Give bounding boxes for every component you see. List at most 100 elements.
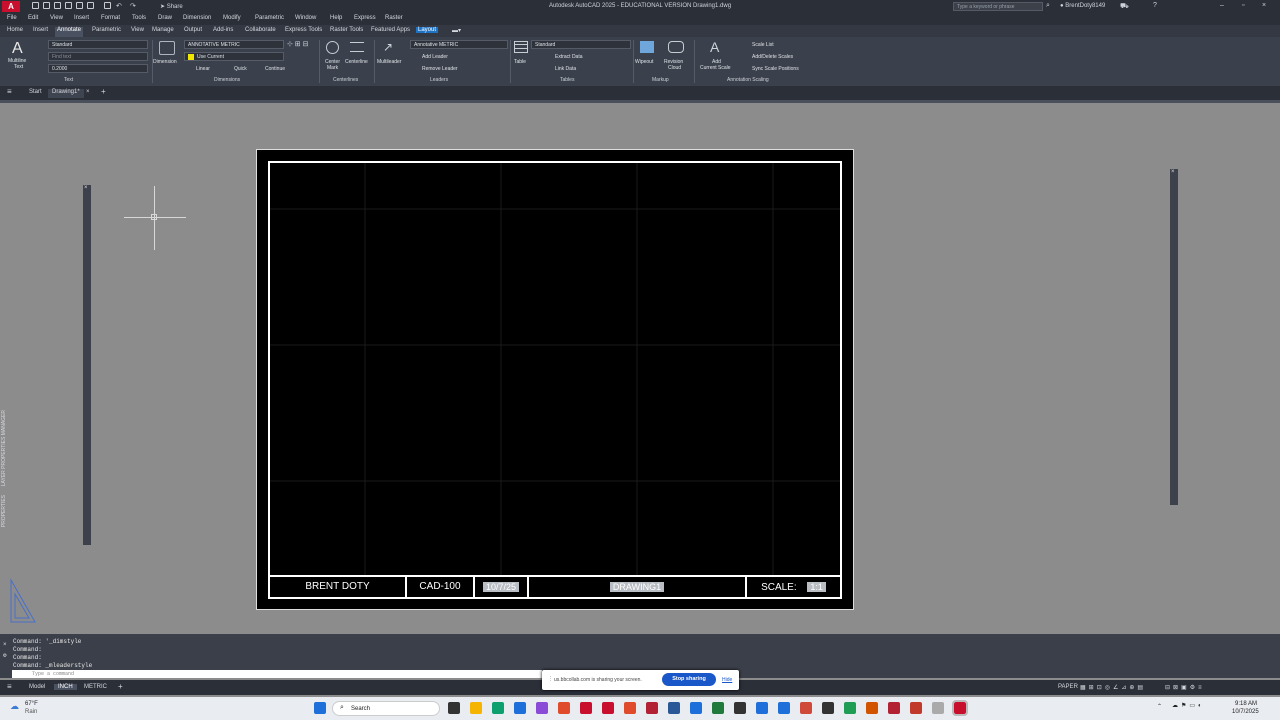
palette-close-icon[interactable]: ×	[1171, 169, 1175, 175]
clock-date[interactable]: 10/7/2025	[1232, 709, 1259, 715]
app-icon[interactable]	[844, 702, 856, 714]
tab-manage[interactable]: Manage	[150, 27, 176, 33]
layer-palette-title[interactable]: LAYER PROPERTIES MANAGER	[1, 410, 7, 486]
stop-sharing-button[interactable]: Stop sharing	[662, 673, 716, 686]
acrobat-icon[interactable]	[910, 702, 922, 714]
close-tab-icon[interactable]: ×	[86, 89, 90, 95]
tab-express-tools[interactable]: Express Tools	[283, 27, 324, 33]
table-label[interactable]: Table	[514, 59, 526, 65]
word-icon[interactable]	[668, 702, 680, 714]
clock-time[interactable]: 9:18 AM	[1235, 701, 1257, 707]
file-explorer-icon[interactable]	[470, 702, 482, 714]
layout-viewport[interactable]	[268, 161, 842, 577]
quick-button[interactable]: Quick	[234, 66, 247, 72]
start-button-icon[interactable]	[314, 702, 326, 714]
paper-space-toggle[interactable]: PAPER	[1058, 684, 1078, 690]
multiline-text-icon[interactable]: A	[12, 40, 23, 58]
multileader-label[interactable]: Multileader	[377, 59, 401, 65]
app-icon[interactable]	[778, 702, 790, 714]
dimension-tools-icon[interactable]: ⊹ ⊞ ⊟	[287, 40, 309, 48]
autocad-taskbar-icon[interactable]	[580, 702, 592, 714]
center-mark-icon[interactable]	[326, 41, 339, 54]
centerline-icon[interactable]	[350, 42, 364, 52]
markup-panel-title[interactable]: Markup	[652, 77, 669, 83]
table-icon[interactable]	[514, 41, 528, 53]
revision-cloud-icon[interactable]	[668, 41, 684, 53]
search-input[interactable]: Type a keyword or phrase	[953, 2, 1043, 11]
app-icon[interactable]	[932, 702, 944, 714]
inch-tab[interactable]: INCH	[54, 684, 77, 690]
menu-parametric[interactable]: Parametric	[255, 15, 284, 21]
add-leader-button[interactable]: Add Leader	[422, 54, 448, 60]
autocad-2-taskbar-icon[interactable]	[602, 702, 614, 714]
menu-file[interactable]: File	[7, 15, 17, 21]
app-icon[interactable]	[734, 702, 746, 714]
weather-temp[interactable]: 67°F	[25, 701, 38, 707]
tab-add-ins[interactable]: Add-ins	[211, 27, 235, 33]
menu-insert[interactable]: Insert	[74, 15, 89, 21]
wipeout-icon[interactable]	[640, 41, 654, 53]
add-delete-scales-button[interactable]: Add/Delete Scales	[752, 54, 793, 60]
layer-properties-palette[interactable]: × LAYER PROPERTIES MANAGER	[1, 169, 1178, 505]
edge-icon[interactable]	[492, 702, 504, 714]
tables-panel-title[interactable]: Tables	[560, 77, 574, 83]
layout-menu-icon[interactable]: ≡	[7, 682, 12, 691]
find-text-input[interactable]: Find text	[48, 52, 148, 61]
tab-output[interactable]: Output	[182, 27, 204, 33]
tab-featured-apps[interactable]: Featured Apps	[369, 27, 412, 33]
app-icon[interactable]	[646, 702, 658, 714]
annotation-scaling-panel-title[interactable]: Annotation Scaling	[727, 77, 769, 83]
centerline-label[interactable]: Centerline	[345, 59, 368, 65]
menu-hamburger-icon[interactable]: ≡	[7, 87, 12, 96]
app-icon[interactable]	[536, 702, 548, 714]
menu-tools[interactable]: Tools	[132, 15, 146, 21]
drawing-tab[interactable]: Drawing1*	[48, 89, 84, 98]
command-input[interactable]: Type a command	[12, 670, 542, 678]
restore-icon[interactable]: ▫	[1242, 2, 1244, 9]
command-close-icon[interactable]: ×	[3, 641, 7, 648]
extract-data-button[interactable]: Extract Data	[555, 54, 583, 60]
dimensions-panel-title[interactable]: Dimensions	[214, 77, 240, 83]
tab-collaborate[interactable]: Collaborate	[243, 27, 278, 33]
dimension-label[interactable]: Dimension	[153, 59, 177, 65]
app-icon[interactable]	[756, 702, 768, 714]
menu-draw[interactable]: Draw	[158, 15, 172, 21]
close-icon[interactable]: ×	[1262, 2, 1266, 9]
centerlines-panel-title[interactable]: Centerlines	[333, 77, 358, 83]
text-label[interactable]: Text	[14, 64, 23, 70]
ribbon-toggle-icon[interactable]: ▬▾	[450, 27, 463, 34]
status-tools-icons[interactable]: ▦⊞⊡◎∠⊿⊕▤	[1080, 684, 1146, 691]
tab-insert[interactable]: Insert	[31, 27, 50, 33]
metric-tab[interactable]: METRIC	[84, 684, 107, 690]
status-settings-icons[interactable]: ⊟⊠▣⚙≡	[1165, 684, 1205, 691]
menu-modify[interactable]: Modify	[223, 15, 241, 21]
tab-view[interactable]: View	[129, 27, 146, 33]
mark-label[interactable]: Mark	[327, 65, 338, 71]
dimension-style-select[interactable]: ANNOTATIVE METRIC	[184, 40, 284, 49]
active-app-icon[interactable]	[952, 700, 968, 716]
app-icon[interactable]	[690, 702, 702, 714]
app-icon[interactable]	[624, 702, 636, 714]
menu-format[interactable]: Format	[101, 15, 120, 21]
menu-dimension[interactable]: Dimension	[183, 15, 211, 21]
dimension-layer-select[interactable]: Use Current	[184, 52, 284, 61]
model-tab[interactable]: Model	[29, 684, 45, 690]
tab-home[interactable]: Home	[5, 27, 25, 33]
add-layout-icon[interactable]: +	[118, 682, 123, 691]
leaders-panel-title[interactable]: Leaders	[430, 77, 448, 83]
text-style-select[interactable]: Standard	[48, 40, 148, 49]
table-style-select[interactable]: Standard	[531, 40, 631, 49]
text-panel-title[interactable]: Text	[64, 77, 73, 83]
search-icon[interactable]: ⌕	[1046, 2, 1050, 10]
mail-icon[interactable]	[514, 702, 526, 714]
dimension-icon[interactable]	[159, 41, 175, 55]
properties-palette-title[interactable]: PROPERTIES	[1, 495, 7, 527]
scale-list-button[interactable]: Scale List	[752, 42, 774, 48]
tab-parametric[interactable]: Parametric	[90, 27, 123, 33]
app-icon[interactable]	[822, 702, 834, 714]
palette-close-icon[interactable]: ×	[84, 185, 88, 191]
leader-style-select[interactable]: Annotative METRIC	[410, 40, 508, 49]
weather-icon[interactable]: ☁	[10, 701, 19, 712]
weather-desc[interactable]: Rain	[25, 709, 37, 715]
task-view-icon[interactable]	[448, 702, 460, 714]
